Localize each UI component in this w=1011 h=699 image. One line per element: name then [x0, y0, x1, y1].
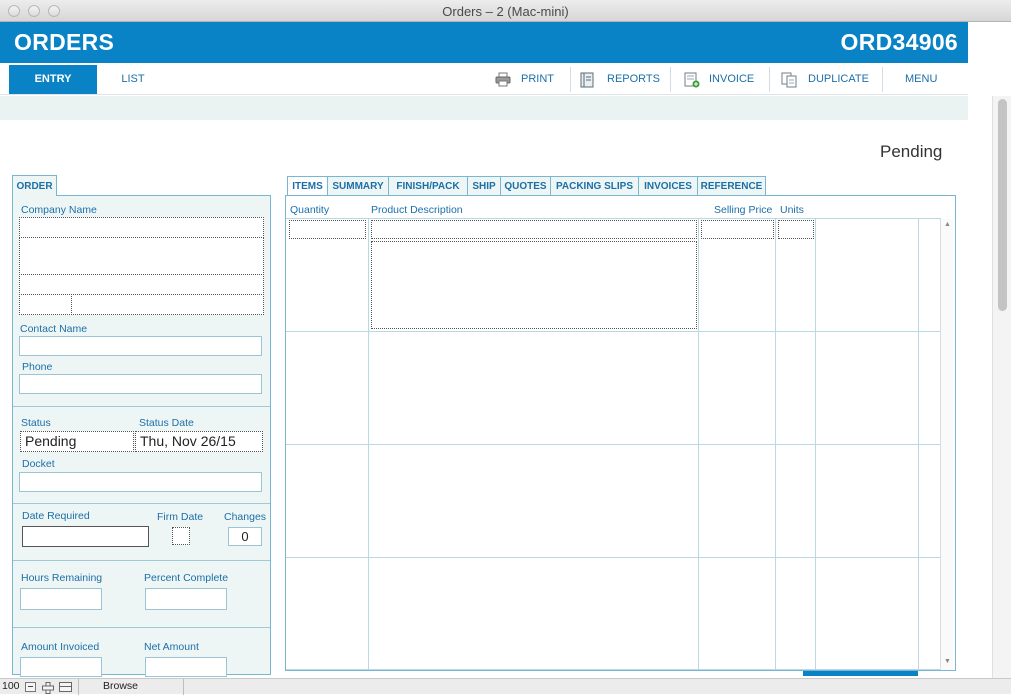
tab-list[interactable]: LIST — [100, 65, 166, 94]
hours-remaining-field[interactable] — [20, 588, 102, 610]
nav-divider — [882, 67, 883, 92]
table-row-divider — [286, 444, 941, 445]
section-divider — [13, 560, 270, 561]
status-label: Status — [21, 417, 51, 429]
table-row-divider — [286, 331, 941, 332]
changes-field[interactable]: 0 — [228, 527, 262, 546]
scroll-down-arrow-icon[interactable]: ▼ — [944, 658, 951, 665]
units-field[interactable] — [778, 220, 814, 239]
docket-field[interactable] — [19, 472, 262, 492]
tab-ship[interactable]: SHIP — [467, 176, 501, 196]
phone-label: Phone — [22, 361, 53, 373]
invoice-label: INVOICE — [709, 73, 755, 85]
zoom-level: 100 — [2, 680, 20, 692]
row-indicator-bar — [803, 671, 918, 676]
nav-divider — [570, 67, 571, 92]
docket-label: Docket — [22, 458, 55, 470]
reports-label: REPORTS — [607, 73, 660, 85]
date-required-field[interactable] — [22, 526, 149, 547]
company-name-field[interactable] — [19, 217, 264, 238]
selling-price-field[interactable] — [701, 220, 774, 239]
company-name-label: Company Name — [21, 204, 97, 216]
duplicate-label: DUPLICATE — [808, 73, 869, 85]
nav-divider — [769, 67, 770, 92]
items-scrollbar[interactable]: ▲ ▼ — [940, 219, 953, 670]
notebook-icon — [580, 72, 594, 88]
phone-field[interactable] — [19, 374, 262, 394]
tab-packing-slips[interactable]: PACKING SLIPS — [550, 176, 639, 196]
scroll-up-arrow-icon[interactable]: ▲ — [944, 221, 951, 228]
window-title: Orders – 2 (Mac-mini) — [442, 4, 569, 19]
reports-button[interactable]: REPORTS — [578, 65, 666, 94]
table-header-divider — [286, 218, 941, 219]
tab-entry[interactable]: ENTRY — [9, 65, 97, 94]
section-divider — [13, 627, 270, 628]
column-header-product-description: Product Description — [371, 204, 463, 216]
statusbar-divider — [183, 679, 184, 695]
statusbar-divider — [78, 679, 79, 695]
postal-code-field[interactable] — [71, 294, 264, 315]
nav-divider — [670, 67, 671, 92]
status-date-field[interactable]: Thu, Nov 26/15 — [135, 431, 263, 452]
table-row-divider — [286, 557, 941, 558]
order-number: ORD34906 — [840, 29, 958, 55]
minus-icon — [28, 686, 33, 687]
toggle-toolbar-icon[interactable] — [59, 682, 72, 692]
nav-bar: ENTRY LIST PRINT REPORTS INVOICE DUPLICA… — [0, 63, 968, 95]
print-label: PRINT — [521, 73, 554, 85]
zoom-out-button[interactable] — [25, 682, 36, 692]
app-title: ORDERS — [14, 29, 115, 55]
mode-indicator[interactable]: Browse — [103, 680, 138, 692]
status-date-label: Status Date — [139, 417, 194, 429]
menu-button[interactable]: MENU — [905, 65, 945, 94]
print-button[interactable]: PRINT — [493, 65, 567, 94]
hours-remaining-label: Hours Remaining — [21, 572, 103, 584]
column-header-selling-price: Selling Price — [714, 204, 773, 216]
address-field[interactable] — [19, 237, 264, 275]
quantity-field[interactable] — [289, 220, 366, 239]
status-field[interactable]: Pending — [20, 431, 134, 452]
status-bar: 100 Browse — [0, 678, 1011, 695]
contact-name-field[interactable] — [19, 336, 262, 356]
tab-summary[interactable]: SUMMARY — [327, 176, 389, 196]
percent-complete-label: Percent Complete — [144, 572, 229, 584]
contact-name-label: Contact Name — [20, 323, 88, 335]
firm-date-checkbox[interactable] — [172, 527, 190, 545]
percent-complete-field[interactable] — [145, 588, 227, 610]
net-amount-field[interactable] — [145, 657, 227, 677]
firm-date-label: Firm Date — [157, 511, 204, 523]
amount-invoiced-field[interactable] — [20, 657, 102, 677]
duplicate-icon — [781, 72, 797, 88]
changes-label: Changes — [224, 511, 267, 523]
tab-finish-pack[interactable]: FINISH/PACK — [388, 176, 468, 196]
product-description-field[interactable] — [371, 241, 697, 329]
app-header: ORDERS ORD34906 — [0, 22, 968, 63]
printer-icon — [495, 72, 511, 87]
net-amount-label: Net Amount — [144, 641, 199, 653]
amount-invoiced-label: Amount Invoiced — [21, 641, 100, 653]
zoom-in-button[interactable] — [42, 681, 54, 694]
product-field[interactable] — [371, 220, 697, 239]
city-field[interactable] — [19, 274, 264, 295]
section-divider — [13, 503, 270, 504]
province-field[interactable] — [19, 294, 72, 315]
record-status: Pending — [880, 142, 943, 161]
toolbar-strip — [0, 96, 968, 120]
date-required-label: Date Required — [22, 510, 90, 522]
invoice-icon — [684, 72, 700, 88]
section-divider — [13, 406, 270, 407]
tab-invoices[interactable]: INVOICES — [638, 176, 698, 196]
window-titlebar: Orders – 2 (Mac-mini) — [0, 0, 1011, 22]
tab-items[interactable]: ITEMS — [287, 176, 328, 196]
table-row-divider — [286, 669, 941, 670]
duplicate-button[interactable]: DUPLICATE — [779, 65, 879, 94]
tab-quotes[interactable]: QUOTES — [500, 176, 551, 196]
tab-reference[interactable]: REFERENCE — [697, 176, 766, 196]
window-scrollbar-thumb[interactable] — [998, 99, 1007, 311]
tab-order[interactable]: ORDER — [12, 175, 57, 196]
invoice-button[interactable]: INVOICE — [682, 65, 766, 94]
column-header-units: Units — [780, 204, 804, 216]
column-header-quantity: Quantity — [290, 204, 330, 216]
plus-icon — [42, 682, 54, 694]
